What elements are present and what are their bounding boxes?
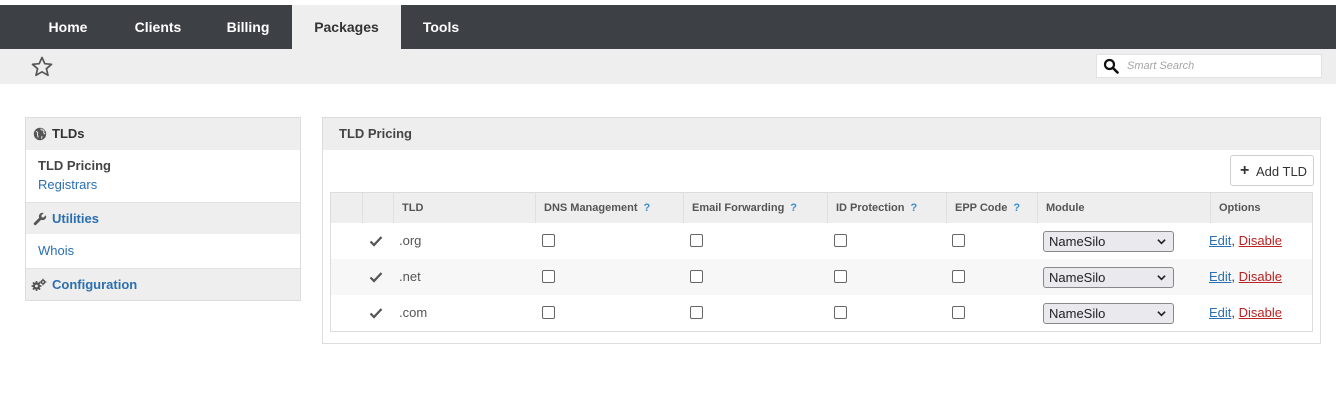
module-select[interactable]: NameSilo	[1043, 231, 1174, 252]
email-forwarding-checkbox[interactable]	[690, 306, 703, 319]
column-header-epp: EPP Code?	[946, 193, 1037, 223]
column-header-dns: DNS Management?	[535, 193, 683, 223]
chevron-down-icon	[1157, 311, 1166, 317]
column-label: Email Forwarding	[692, 202, 785, 214]
chevron-down-icon	[1157, 275, 1166, 281]
sidebar: TLDs TLD Pricing Registrars Utilities Wh…	[25, 117, 301, 301]
column-header-email: Email Forwarding?	[683, 193, 827, 223]
module-select[interactable]: NameSilo	[1043, 267, 1174, 288]
edit-link[interactable]: Edit	[1209, 233, 1231, 248]
sidebar-heading[interactable]: Configuration	[52, 277, 137, 292]
tab-clients[interactable]: Clients	[111, 5, 205, 49]
plus-icon: +	[1240, 162, 1250, 179]
table-header: TLD DNS Management? Email Forwarding? ID…	[331, 193, 1312, 223]
module-select-value: NameSilo	[1049, 270, 1106, 285]
sub-bar	[0, 49, 1336, 84]
tld-name: .net	[399, 269, 421, 284]
id-protection-checkbox[interactable]	[834, 306, 847, 319]
tld-name: .org	[399, 233, 422, 248]
id-protection-checkbox[interactable]	[834, 234, 847, 247]
column-label: Options	[1219, 202, 1261, 214]
email-forwarding-checkbox[interactable]	[690, 270, 703, 283]
tab-packages[interactable]: Packages	[292, 5, 401, 49]
help-icon[interactable]: ?	[644, 202, 651, 214]
id-protection-checkbox[interactable]	[834, 270, 847, 283]
disable-link[interactable]: Disable	[1239, 233, 1282, 248]
column-label: TLD	[402, 202, 424, 214]
sidebar-section-configuration[interactable]: Configuration	[26, 268, 300, 300]
epp-code-checkbox[interactable]	[952, 234, 965, 247]
row-options: Edit, Disable	[1209, 295, 1282, 331]
help-icon[interactable]: ?	[790, 202, 797, 214]
tab-home[interactable]: Home	[25, 5, 111, 49]
checkmark-icon	[369, 272, 383, 283]
column-header-drag	[331, 193, 362, 223]
tab-tools[interactable]: Tools	[401, 5, 481, 49]
edit-link[interactable]: Edit	[1209, 305, 1231, 320]
wrench-icon	[33, 212, 47, 226]
sidebar-heading: TLDs	[52, 126, 85, 141]
dns-management-checkbox[interactable]	[542, 234, 555, 247]
tab-billing[interactable]: Billing	[205, 5, 291, 49]
module-select-value: NameSilo	[1049, 306, 1106, 321]
column-header-idp: ID Protection?	[827, 193, 946, 223]
smart-search[interactable]	[1096, 54, 1322, 78]
checkmark-icon	[369, 236, 383, 247]
checkmark-icon	[369, 308, 383, 319]
dns-management-checkbox[interactable]	[542, 306, 555, 319]
column-label: EPP Code	[955, 202, 1008, 214]
module-select[interactable]: NameSilo	[1043, 303, 1174, 324]
row-options: Edit, Disable	[1209, 259, 1282, 295]
sidebar-section-utilities[interactable]: Utilities	[26, 202, 300, 234]
separator: ,	[1231, 305, 1236, 320]
row-options: Edit, Disable	[1209, 223, 1282, 259]
gears-icon	[31, 278, 47, 291]
edit-link[interactable]: Edit	[1209, 269, 1231, 284]
page-title: TLD Pricing	[339, 126, 412, 141]
disable-link[interactable]: Disable	[1239, 269, 1282, 284]
sidebar-item-tld-pricing[interactable]: TLD Pricing	[38, 158, 111, 173]
module-select-value: NameSilo	[1049, 234, 1106, 249]
column-label: DNS Management	[544, 202, 638, 214]
epp-code-checkbox[interactable]	[952, 306, 965, 319]
tld-table: TLD DNS Management? Email Forwarding? ID…	[330, 192, 1313, 332]
add-tld-button[interactable]: + Add TLD	[1230, 155, 1314, 186]
sidebar-heading[interactable]: Utilities	[52, 211, 99, 226]
table-row: .org NameSilo Edit, Disable	[331, 223, 1312, 259]
table-row: .com NameSilo Edit, Disable	[331, 295, 1312, 331]
sidebar-item-whois[interactable]: Whois	[38, 243, 74, 258]
help-icon[interactable]: ?	[1013, 202, 1020, 214]
panel-header: TLD Pricing	[323, 118, 1320, 150]
add-tld-label: Add TLD	[1256, 164, 1308, 179]
sidebar-section-tlds: TLDs	[26, 118, 300, 150]
column-header-enabled	[362, 193, 393, 223]
epp-code-checkbox[interactable]	[952, 270, 965, 283]
separator: ,	[1231, 233, 1236, 248]
tld-pricing-panel: TLD Pricing + Add TLD TLD DNS Management…	[322, 117, 1321, 344]
column-label: ID Protection	[836, 202, 905, 214]
help-icon[interactable]: ?	[910, 202, 917, 214]
email-forwarding-checkbox[interactable]	[690, 234, 703, 247]
separator: ,	[1231, 269, 1236, 284]
table-row: .net NameSilo Edit, Disable	[331, 259, 1312, 295]
search-icon[interactable]	[1103, 58, 1119, 74]
chevron-down-icon	[1157, 239, 1166, 245]
column-label: Module	[1046, 202, 1085, 214]
sidebar-item-registrars[interactable]: Registrars	[38, 177, 97, 192]
column-header-options: Options	[1210, 193, 1312, 223]
search-input[interactable]	[1127, 57, 1317, 75]
star-outline-icon[interactable]	[30, 55, 54, 79]
column-header-tld: TLD	[393, 193, 535, 223]
column-header-module: Module	[1037, 193, 1210, 223]
dns-management-checkbox[interactable]	[542, 270, 555, 283]
top-nav: Home Clients Billing Packages Tools	[0, 5, 1336, 49]
tld-name: .com	[399, 305, 428, 320]
globe-icon	[33, 127, 47, 141]
disable-link[interactable]: Disable	[1239, 305, 1282, 320]
